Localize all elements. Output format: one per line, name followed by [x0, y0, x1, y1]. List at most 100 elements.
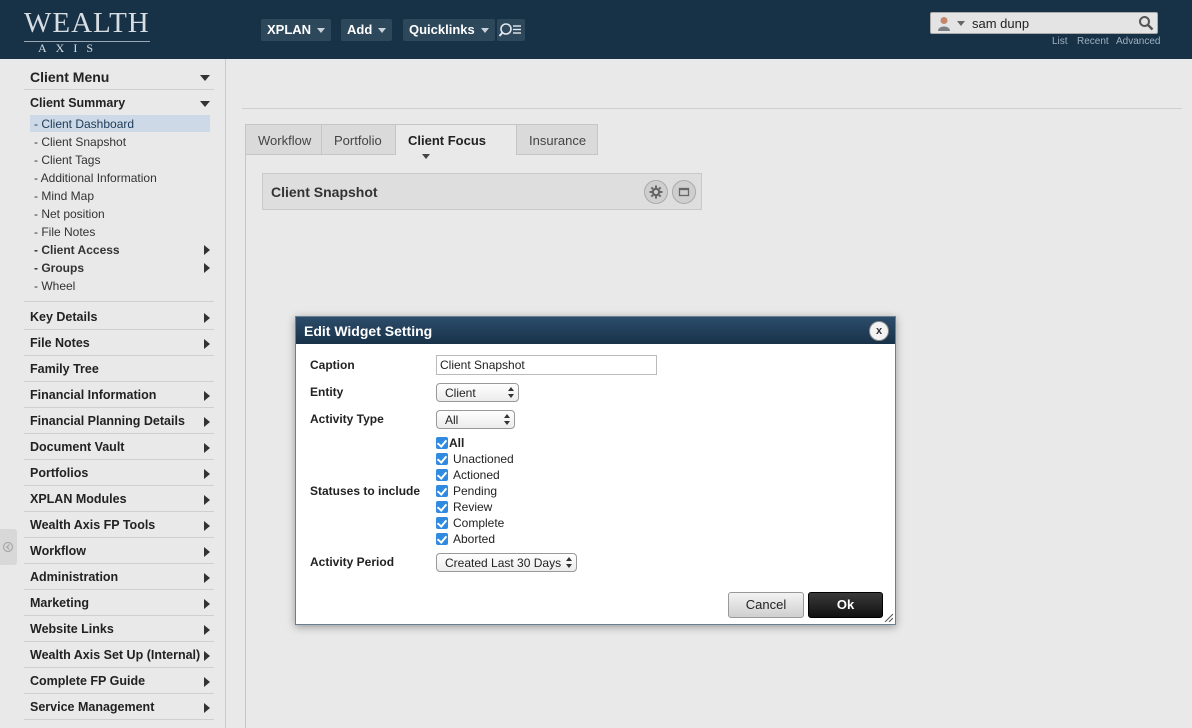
sidebar-section-workflow[interactable]: Workflow	[24, 538, 214, 564]
sidebar-item-groups[interactable]: - Groups	[30, 259, 210, 276]
checkbox-checked-icon[interactable]	[436, 469, 448, 481]
activity-type-label: Activity Type	[310, 412, 384, 426]
activity-period-select[interactable]: Created Last 30 Days	[436, 553, 577, 572]
checkbox-checked-icon[interactable]	[436, 501, 448, 513]
status-label-complete: Complete	[453, 516, 505, 530]
chevron-down-icon[interactable]	[957, 21, 965, 26]
entity-select-value: Client	[445, 386, 476, 400]
maximize-icon	[678, 187, 690, 197]
advanced-search-button[interactable]	[497, 19, 525, 41]
statuses-label: Statuses to include	[310, 484, 421, 498]
chevron-right-icon	[204, 625, 210, 635]
sidebar-item-mind-map[interactable]: - Mind Map	[30, 187, 210, 204]
activity-period-label: Activity Period	[310, 555, 395, 569]
sidebar-section-wealth-axis-fp-tools[interactable]: Wealth Axis FP Tools	[24, 512, 214, 538]
chevron-right-icon	[204, 599, 210, 609]
collapse-icon	[2, 541, 14, 553]
dialog-header[interactable]: Edit Widget Setting x	[296, 317, 895, 344]
logo-top-text: WEALTH	[24, 7, 150, 39]
sidebar-item-file-notes[interactable]: - File Notes	[30, 223, 210, 240]
cancel-button[interactable]: Cancel	[728, 592, 804, 618]
sidebar-item-client-tags[interactable]: - Client Tags	[30, 151, 210, 168]
widget-settings-button[interactable]	[644, 180, 668, 204]
sidebar-section-document-vault[interactable]: Document Vault	[24, 434, 214, 460]
entity-select[interactable]: Client	[436, 383, 519, 402]
client-search-box[interactable]: sam dunp	[930, 12, 1158, 34]
client-search-input[interactable]: sam dunp	[972, 16, 1029, 31]
sidebar-item-client-dashboard[interactable]: - Client Dashboard	[30, 115, 210, 132]
resize-grip-icon[interactable]	[883, 612, 893, 622]
sidebar-section-file-notes[interactable]: File Notes	[24, 330, 214, 356]
top-header: WEALTH AXIS XPLAN Add Quicklinks sam dun…	[0, 0, 1192, 59]
close-button[interactable]: x	[869, 321, 889, 341]
sidebar-item-additional-information[interactable]: - Additional Information	[30, 169, 210, 186]
chevron-right-icon	[204, 703, 210, 713]
sidebar-item-net-position[interactable]: - Net position	[30, 205, 210, 222]
sidebar-section-complete-fp-guide[interactable]: Complete FP Guide	[24, 668, 214, 694]
sidebar-section-xplan-modules[interactable]: XPLAN Modules	[24, 486, 214, 512]
checkbox-checked-icon[interactable]	[436, 453, 448, 465]
chevron-right-icon	[204, 313, 210, 323]
page-toolbar-area	[242, 59, 1182, 109]
search-icon[interactable]	[1138, 15, 1154, 31]
nav-xplan-button[interactable]: XPLAN	[261, 19, 332, 41]
ok-button[interactable]: Ok	[808, 592, 883, 618]
tab-portfolio[interactable]: Portfolio	[321, 124, 396, 155]
section-label: Portfolios	[30, 466, 89, 480]
advanced-link[interactable]: Advanced	[1116, 36, 1160, 47]
nav-quicklinks-label: Quicklinks	[409, 22, 475, 37]
divider	[24, 301, 214, 302]
chevron-down-icon[interactable]	[200, 75, 210, 81]
chevron-right-icon	[204, 651, 210, 661]
sidebar-section-financial-planning-details[interactable]: Financial Planning Details	[24, 408, 214, 434]
sidebar-item-wheel[interactable]: - Wheel	[30, 277, 210, 294]
sidebar-item-client-snapshot[interactable]: - Client Snapshot	[30, 133, 210, 150]
sidebar-collapse-handle[interactable]	[0, 529, 17, 565]
nav-add-button[interactable]: Add	[341, 19, 393, 41]
chevron-right-icon	[204, 469, 210, 479]
sidebar-item-client-access[interactable]: - Client Access	[30, 241, 210, 258]
divider	[24, 89, 214, 90]
widget-maximize-button[interactable]	[672, 180, 696, 204]
wealth-axis-logo[interactable]: WEALTH AXIS	[24, 8, 150, 54]
section-label: Administration	[30, 570, 119, 584]
sidebar-section-administration[interactable]: Administration	[24, 564, 214, 590]
recent-link[interactable]: Recent	[1077, 36, 1109, 47]
list-link[interactable]: List	[1052, 36, 1068, 47]
tab-insurance[interactable]: Insurance	[516, 124, 598, 155]
checkbox-checked-icon[interactable]	[436, 517, 448, 529]
nav-add-label: Add	[347, 22, 373, 37]
sidebar-section-family-tree[interactable]: Family Tree	[24, 356, 214, 382]
sidebar-section-marketing[interactable]: Marketing	[24, 590, 214, 616]
entity-label: Entity	[310, 385, 344, 399]
section-label: Workflow	[30, 544, 87, 558]
tab-workflow[interactable]: Workflow	[245, 124, 322, 155]
sidebar-section-portfolios[interactable]: Portfolios	[24, 460, 214, 486]
sidebar-item-label: - Groups	[34, 261, 84, 275]
client-summary-heading[interactable]: Client Summary	[30, 96, 125, 110]
status-label-unactioned: Unactioned	[453, 452, 514, 466]
chevron-down-icon[interactable]	[200, 101, 210, 107]
sidebar-section-wealth-axis-set-up[interactable]: Wealth Axis Set Up (Internal)	[24, 642, 214, 668]
sidebar-section-key-details[interactable]: Key Details	[24, 304, 214, 330]
widget-title: Client Snapshot	[271, 184, 378, 200]
tab-client-focus[interactable]: Client Focus	[395, 124, 517, 160]
chevron-right-icon	[204, 417, 210, 427]
sidebar-section-service-management[interactable]: Service Management	[24, 694, 214, 720]
nav-quicklinks-button[interactable]: Quicklinks	[403, 19, 495, 41]
sidebar-section-financial-information[interactable]: Financial Information	[24, 382, 214, 408]
edit-widget-setting-dialog: Edit Widget Setting x Caption Entity Cli…	[295, 316, 896, 625]
checkbox-checked-icon[interactable]	[436, 533, 448, 545]
sidebar-section-website-links[interactable]: Website Links	[24, 616, 214, 642]
checkbox-checked-icon[interactable]	[436, 485, 448, 497]
chevron-right-icon	[204, 391, 210, 401]
activity-type-select-value: All	[445, 413, 459, 427]
section-label: Wealth Axis FP Tools	[30, 518, 156, 532]
client-menu-title[interactable]: Client Menu	[30, 69, 109, 85]
section-label: Complete FP Guide	[30, 674, 146, 688]
activity-type-select[interactable]: All	[436, 410, 515, 429]
sidebar-item-label: - Client Access	[34, 243, 120, 257]
caption-input[interactable]	[436, 355, 657, 375]
checkbox-checked-icon[interactable]	[436, 437, 448, 449]
person-icon	[938, 17, 950, 31]
